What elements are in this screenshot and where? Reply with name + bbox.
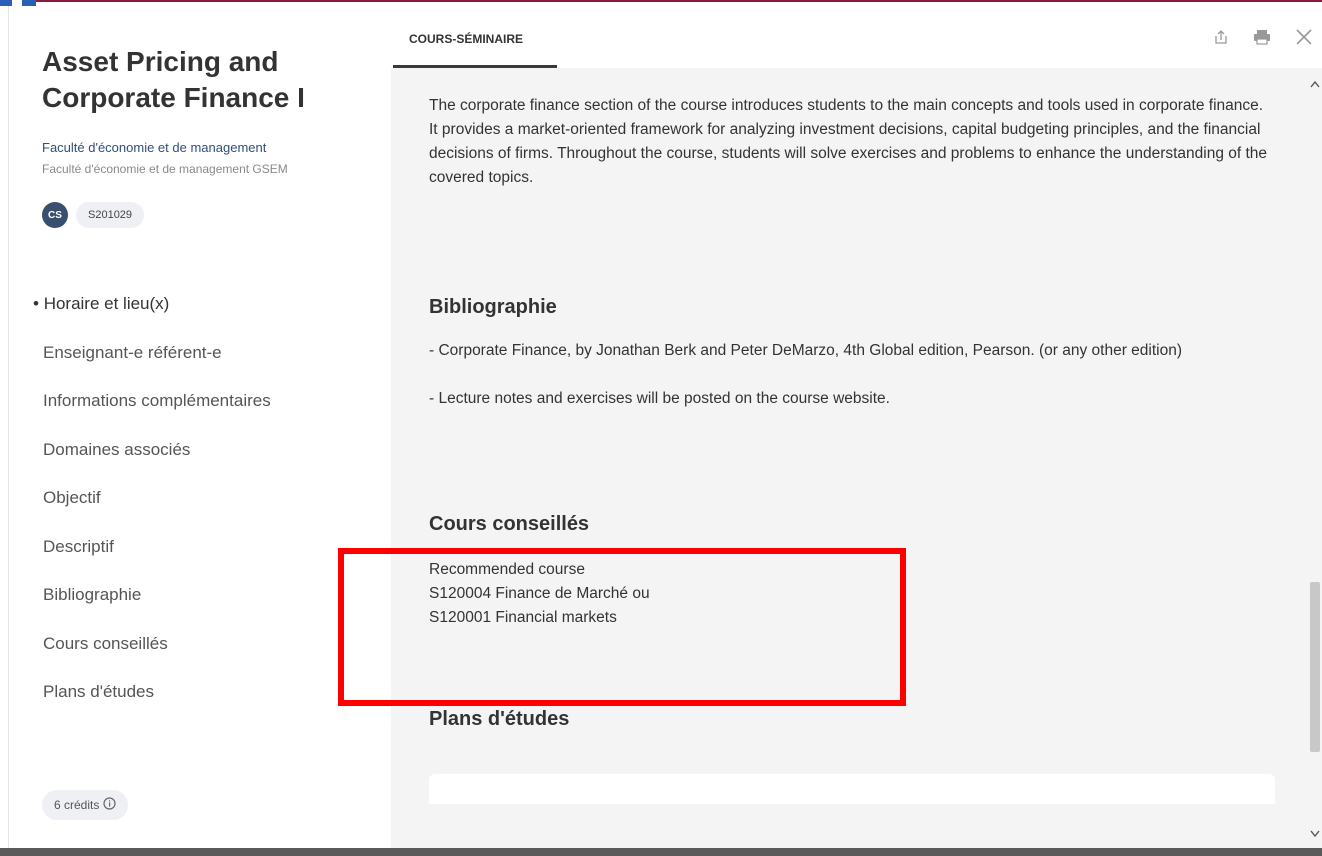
toolbar-actions bbox=[1213, 28, 1313, 51]
recommended-line: S120004 Finance de Marché ou bbox=[429, 585, 650, 602]
top-line bbox=[36, 0, 1322, 2]
faculty-name[interactable]: Faculté d'économie et de management bbox=[42, 140, 266, 155]
scrollbar-thumb[interactable] bbox=[1310, 582, 1320, 752]
course-code-badge: S201029 bbox=[76, 202, 145, 228]
bottom-bar bbox=[0, 848, 1322, 856]
recommended-line: Recommended course bbox=[429, 561, 585, 578]
nav-item-descriptif[interactable]: Descriptif bbox=[33, 531, 271, 580]
bibliography-item: - Lecture notes and exercises will be po… bbox=[429, 390, 890, 407]
plans-title: Plans d'études bbox=[429, 708, 570, 730]
scroll-up-icon[interactable] bbox=[1310, 80, 1320, 91]
course-badges: CS S201029 bbox=[42, 202, 145, 228]
bibliography-item: - Corporate Finance, by Jonathan Berk an… bbox=[429, 342, 1183, 359]
course-content: The corporate finance section of the cou… bbox=[391, 68, 1309, 848]
credits-label: 6 crédits bbox=[54, 798, 100, 812]
tab-bar: COURS-SÉMINAIRE bbox=[391, 6, 1322, 68]
course-title: Asset Pricing and Corporate Finance I bbox=[42, 46, 305, 113]
intro-paragraph: The corporate finance section of the cou… bbox=[429, 97, 1268, 186]
course-sidebar: Asset Pricing and Corporate Finance I Fa… bbox=[9, 6, 391, 848]
section-nav: • Horaire et lieu(x) Enseignant-e référe… bbox=[33, 288, 271, 725]
share-icon[interactable] bbox=[1213, 29, 1229, 50]
tab-cours-seminaire[interactable]: COURS-SÉMINAIRE bbox=[393, 6, 557, 68]
close-icon[interactable] bbox=[1295, 28, 1313, 51]
recommended-line: S120001 Financial markets bbox=[429, 609, 617, 626]
nav-item-label: Horaire et lieu(x) bbox=[43, 294, 170, 313]
nav-item-informations[interactable]: Informations complémentaires bbox=[33, 385, 271, 434]
nav-item-bibliographie[interactable]: Bibliographie bbox=[33, 579, 271, 628]
nav-item-objectif[interactable]: Objectif bbox=[33, 482, 271, 531]
course-modal: Asset Pricing and Corporate Finance I Fa… bbox=[8, 6, 1322, 848]
nav-active-bullet: • bbox=[33, 294, 39, 313]
plan-card[interactable] bbox=[429, 774, 1275, 804]
print-icon[interactable] bbox=[1253, 29, 1271, 50]
bibliography-title: Bibliographie bbox=[429, 296, 557, 318]
nav-item-plans[interactable]: Plans d'études bbox=[33, 676, 271, 725]
credits-badge[interactable]: 6 crédits bbox=[42, 790, 129, 820]
nav-item-enseignant[interactable]: Enseignant-e référent-e bbox=[33, 337, 271, 386]
course-type-badge: CS bbox=[42, 202, 68, 228]
recommended-title: Cours conseillés bbox=[429, 513, 590, 535]
main-panel: COURS-SÉMINAIRE The corporate finance se… bbox=[391, 6, 1322, 848]
nav-item-domaines[interactable]: Domaines associés bbox=[33, 434, 271, 483]
left-edge bbox=[0, 6, 8, 848]
nav-item-cours-conseilles[interactable]: Cours conseillés bbox=[33, 628, 271, 677]
nav-item-horaire[interactable]: • Horaire et lieu(x) bbox=[33, 288, 271, 337]
info-icon bbox=[103, 797, 116, 813]
scroll-down-icon[interactable] bbox=[1310, 830, 1320, 841]
faculty-subtitle: Faculté d'économie et de management GSEM bbox=[42, 162, 288, 176]
